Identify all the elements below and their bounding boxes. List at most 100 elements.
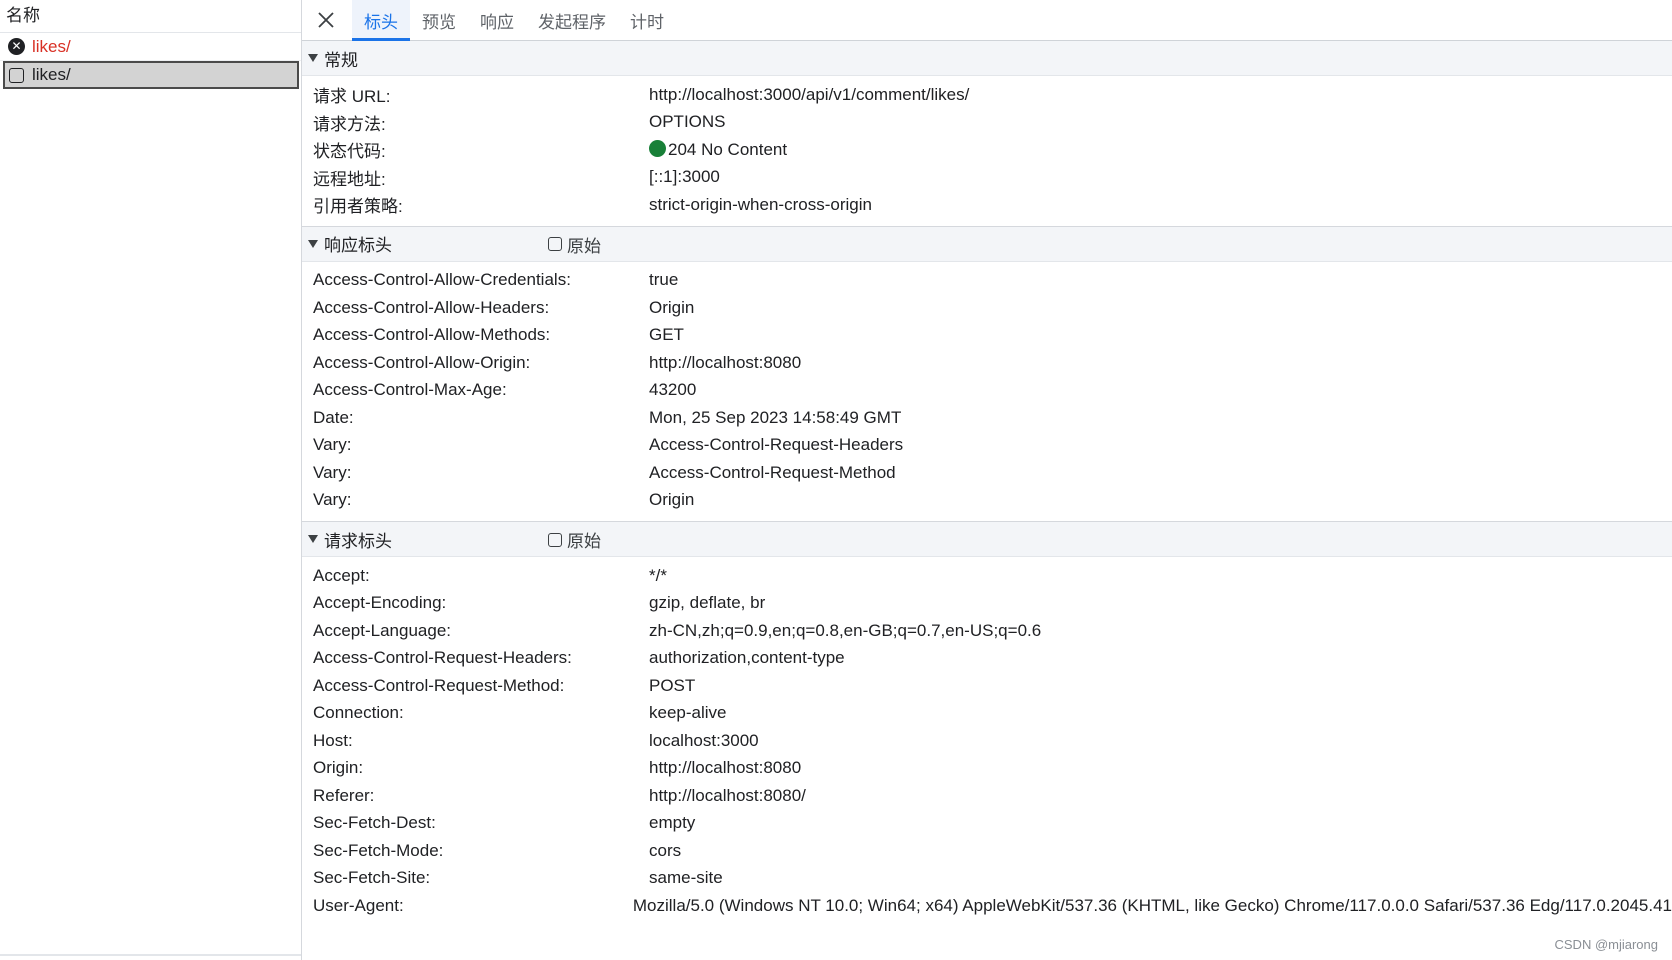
request-name: likes/: [32, 65, 71, 84]
raw-checkbox[interactable]: [548, 532, 562, 547]
header-value[interactable]: strict-origin-when-cross-origin: [649, 195, 872, 215]
header-value[interactable]: authorization,content-type: [649, 648, 845, 668]
header-value[interactable]: gzip, deflate, br: [649, 593, 765, 613]
header-row: Access-Control-Allow-Methods: GET: [302, 322, 1672, 350]
header-row: Vary: Access-Control-Request-Method: [302, 459, 1672, 487]
header-value[interactable]: keep-alive: [649, 703, 727, 723]
request-headers-section-header[interactable]: 请求标头 原始: [302, 522, 1672, 557]
header-value[interactable]: Mon, 25 Sep 2023 14:58:49 GMT: [649, 408, 901, 428]
header-key: Access-Control-Max-Age:: [313, 380, 507, 400]
header-value[interactable]: cors: [649, 841, 681, 861]
header-key: Connection:: [313, 703, 404, 723]
response-headers-section: 响应标头 原始 Access-Control-Allow-Credentials…: [302, 226, 1672, 522]
header-value[interactable]: 43200: [649, 380, 696, 400]
header-key: Access-Control-Allow-Headers:: [313, 297, 550, 317]
header-key: Referer:: [313, 785, 375, 805]
header-row: Access-Control-Allow-Origin: http://local…: [302, 349, 1672, 377]
header-key: Vary:: [313, 490, 352, 510]
header-key: Accept:: [313, 565, 370, 585]
header-key: Sec-Fetch-Site:: [313, 868, 431, 888]
header-row: Date: Mon, 25 Sep 2023 14:58:49 GMT: [302, 404, 1672, 432]
request-list: 名称 ✕ likes/ likes/: [0, 0, 302, 960]
header-key: Access-Control-Request-Headers:: [313, 648, 572, 668]
request-row-selected[interactable]: likes/: [3, 61, 299, 89]
header-row: Connection: keep-alive: [302, 700, 1672, 728]
header-value[interactable]: http://localhost:3000/api/v1/comment/lik…: [649, 85, 969, 105]
header-value[interactable]: same-site: [649, 868, 723, 888]
header-key: User-Agent:: [313, 895, 404, 915]
header-value[interactable]: true: [649, 270, 678, 290]
header-value[interactable]: http://localhost:8080: [649, 758, 801, 778]
raw-label: 原始: [567, 532, 601, 551]
header-key: 状态代码:: [313, 142, 386, 162]
status-code-value[interactable]: 204 No Content: [649, 139, 787, 160]
divider: [0, 954, 301, 956]
header-row: Access-Control-Request-Method: POST: [302, 672, 1672, 700]
header-row: Referer: http://localhost:8080/: [302, 782, 1672, 810]
header-key: 请求方法:: [313, 114, 386, 134]
header-value[interactable]: OPTIONS: [649, 112, 726, 132]
header-row: 状态代码: 204 No Content: [302, 136, 1672, 164]
header-value[interactable]: */*: [649, 566, 667, 586]
header-value[interactable]: Origin: [649, 490, 694, 510]
header-row: Vary: Access-Control-Request-Headers: [302, 432, 1672, 460]
request-raw-toggle[interactable]: 原始: [548, 522, 601, 557]
close-details-button[interactable]: [308, 0, 344, 40]
section-title: 响应标头: [324, 236, 392, 255]
tab-preview[interactable]: 预览: [410, 0, 468, 40]
header-value[interactable]: GET: [649, 325, 684, 345]
close-icon: [318, 12, 334, 28]
header-row: Access-Control-Allow-Headers: Origin: [302, 294, 1672, 322]
header-key: Vary:: [313, 462, 352, 482]
tab-headers[interactable]: 标头: [352, 0, 410, 41]
raw-checkbox[interactable]: [548, 237, 562, 251]
header-row: Access-Control-Request-Headers: authoriza…: [302, 645, 1672, 673]
header-key: Access-Control-Allow-Credentials:: [313, 270, 571, 290]
header-row: Host: localhost:3000: [302, 727, 1672, 755]
request-details: 标头 预览 响应 发起程序 计时 常规 请求 URL: http://local…: [302, 0, 1672, 960]
header-row: Sec-Fetch-Site: same-site: [302, 865, 1672, 893]
header-row: 引用者策略: strict-origin-when-cross-origin: [302, 191, 1672, 219]
response-raw-toggle[interactable]: 原始: [548, 227, 601, 262]
header-value[interactable]: [::1]:3000: [649, 167, 720, 187]
name-column-header[interactable]: 名称: [0, 0, 301, 33]
request-name: likes/: [32, 36, 71, 56]
raw-label: 原始: [567, 236, 601, 256]
header-key: Accept-Encoding:: [313, 593, 447, 613]
expand-triangle-icon: [308, 535, 318, 543]
header-value[interactable]: zh-CN,zh;q=0.9,en;q=0.8,en-GB;q=0.7,en-U…: [649, 621, 1041, 641]
header-key: Date:: [313, 407, 354, 427]
header-row: 远程地址: [::1]:3000: [302, 164, 1672, 192]
general-rows: 请求 URL: http://localhost:3000/api/v1/com…: [302, 76, 1672, 226]
header-value[interactable]: empty: [649, 813, 695, 833]
tab-initiator[interactable]: 发起程序: [526, 0, 618, 40]
header-value[interactable]: http://localhost:8080: [649, 353, 801, 373]
header-row: 请求 URL: http://localhost:3000/api/v1/com…: [302, 81, 1672, 109]
header-value[interactable]: localhost:3000: [649, 731, 759, 751]
header-row: Access-Control-Max-Age: 43200: [302, 377, 1672, 405]
header-value[interactable]: Mozilla/5.0 (Windows NT 10.0; Win64; x64…: [633, 896, 1672, 916]
request-row-error[interactable]: ✕ likes/: [0, 33, 301, 61]
header-value[interactable]: Access-Control-Request-Method: [649, 463, 896, 483]
header-key: Sec-Fetch-Mode:: [313, 840, 444, 860]
tab-timing[interactable]: 计时: [618, 0, 676, 40]
header-row: 请求方法: OPTIONS: [302, 109, 1672, 137]
document-icon: [9, 67, 24, 83]
header-row: Accept-Language: zh-CN,zh;q=0.9,en;q=0.8,…: [302, 617, 1672, 645]
header-key: Accept-Language:: [313, 620, 451, 640]
watermark: CSDN @mjiarong: [1554, 937, 1659, 952]
devtools-network-panel: 名称 ✕ likes/ likes/ 标头 预览 响应 发起程序 计时 常规 请…: [0, 0, 1672, 960]
header-value[interactable]: Origin: [649, 298, 694, 318]
response-headers-section-header[interactable]: 响应标头 原始: [302, 226, 1672, 262]
tab-response[interactable]: 响应: [468, 0, 526, 40]
response-header-rows: Access-Control-Allow-Credentials: true Acc…: [302, 262, 1672, 522]
header-key: 引用者策略:: [313, 197, 403, 217]
header-value[interactable]: Access-Control-Request-Headers: [649, 435, 903, 455]
general-section-header[interactable]: 常规: [302, 41, 1672, 76]
header-row: Origin: http://localhost:8080: [302, 755, 1672, 783]
expand-triangle-icon: [308, 54, 318, 62]
header-value[interactable]: POST: [649, 676, 695, 696]
header-value[interactable]: http://localhost:8080/: [649, 786, 806, 806]
header-key: Host:: [313, 730, 353, 750]
general-section: 常规 请求 URL: http://localhost:3000/api/v1/…: [302, 41, 1672, 227]
